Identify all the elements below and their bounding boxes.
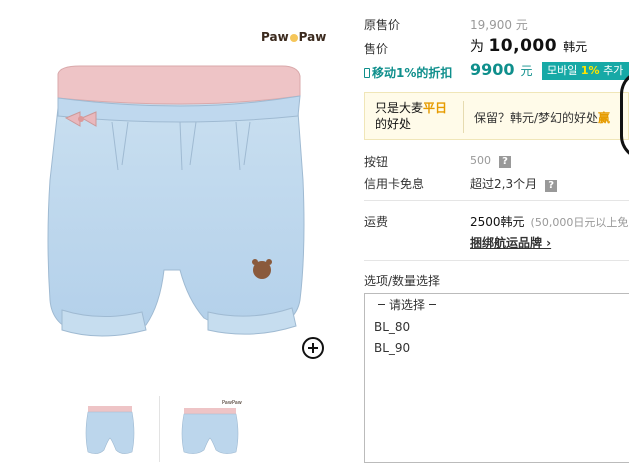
points-amount: 500	[470, 154, 491, 167]
shipping-value: 2500韩元 (50,000日元以上免	[470, 213, 628, 230]
mobile-badge-prefix: 모바일	[547, 64, 578, 77]
original-price-value: 19,900 元	[470, 18, 528, 32]
shipping-label: 运费	[364, 215, 389, 229]
product-main-image[interactable]: Paw Paw	[0, 0, 340, 382]
original-price-row: 原售价 19,900 元	[364, 16, 629, 34]
option-item-bl90[interactable]: BL_90	[365, 339, 629, 357]
points-value: 500?	[470, 154, 511, 168]
mobile-badge-highlight: 1%	[580, 64, 600, 77]
card-help-icon[interactable]: ?	[545, 180, 558, 192]
product-info-panel: 原售价 19,900 元 售价 为 10,000 韩元 移动1%的折扣 9900 元…	[364, 0, 629, 473]
points-help-icon[interactable]: ?	[499, 156, 511, 168]
shorts-illustration	[47, 65, 305, 337]
phone-icon	[364, 68, 370, 78]
shipping-row: 运费 2500韩元 (50,000日元以上免	[364, 213, 629, 231]
shipping-note: (50,000日元以上免	[530, 216, 629, 229]
mobile-extra-badge[interactable]: 모바일 1% 추가	[542, 62, 629, 80]
mobile-price-unit: 元	[520, 64, 533, 78]
thumbnail-2[interactable]: PawPaw	[170, 394, 250, 464]
divider	[364, 260, 629, 261]
promo-weekday-text: 只是大麦平日 的好处	[375, 100, 447, 132]
promo-benefit-link[interactable]: 保留？韩元/梦幻的好处赢	[474, 109, 610, 126]
promo-left-highlight: 平日	[423, 101, 448, 115]
points-row: 按钮 500?	[364, 153, 629, 171]
sale-price-value: 为 10,000 韩元	[470, 36, 587, 56]
mobile-price-value: 9900 元	[470, 60, 533, 79]
option-placeholder-text: 请选择	[389, 298, 426, 312]
card-interest-label: 信用卡免息	[364, 177, 425, 191]
mobile-badge-suffix: 추가	[603, 64, 624, 77]
promo-box: 只是大麦平日 的好处 保留？韩元/梦幻的好处赢	[364, 92, 629, 140]
mobile-discount-row: 移动1%的折扣 9900 元 모바일 1% 추가	[364, 60, 629, 82]
mobile-discount-label: 移动1%的折扣	[364, 64, 452, 81]
brand-logo-left: Paw	[261, 30, 289, 44]
sale-price-amount: 10,000	[488, 36, 558, 56]
promo-left-line2: 的好处	[375, 117, 412, 131]
thumbnail-1-image	[85, 406, 135, 454]
mobile-discount-label-text: 移动1%的折扣	[372, 66, 453, 80]
thumbnail-strip: PawPaw	[70, 394, 260, 464]
option-listbox[interactable]: 请选择 BL_80 BL_90	[364, 293, 629, 463]
sale-price-unit: 韩元	[563, 40, 588, 54]
shipping-fee: 2500韩元	[470, 215, 525, 229]
promo-left-line1: 只是大麦	[375, 101, 424, 115]
svg-text:PawPaw: PawPaw	[222, 400, 242, 406]
promo-divider	[463, 101, 464, 133]
option-placeholder[interactable]: 请选择	[365, 296, 629, 314]
promo-right-text: 保留？韩元/梦幻的好处	[474, 111, 599, 125]
zoom-plus-icon[interactable]	[302, 337, 324, 359]
card-interest-row: 信用卡免息 超过2,3个月?	[364, 175, 629, 193]
dash-left	[378, 304, 385, 305]
thumbnail-2-image: PawPaw	[181, 400, 242, 454]
option-item-bl80[interactable]: BL_80	[365, 318, 629, 336]
thumbnail-1[interactable]	[70, 394, 150, 464]
brand-logo-right: Paw	[298, 30, 327, 44]
points-label: 按钮	[364, 155, 389, 169]
promo-right-highlight: 赢	[598, 111, 611, 125]
sale-price-label: 售价	[364, 42, 389, 56]
paw-icon	[289, 33, 298, 42]
divider	[364, 200, 629, 201]
bundle-shipping-link[interactable]: 捆绑航运品牌 ›	[470, 234, 551, 251]
card-interest-text: 超过2,3个月	[470, 177, 538, 191]
sale-price-prefix: 为	[470, 39, 484, 55]
original-price-label: 原售价	[364, 18, 401, 32]
sale-price-row: 售价 为 10,000 韩元	[364, 36, 629, 58]
option-title: 选项/数量选择	[364, 274, 441, 288]
thumbnail-divider	[159, 396, 160, 462]
card-interest-value: 超过2,3个月?	[470, 175, 558, 192]
brand-logo: Paw Paw	[261, 30, 326, 44]
mobile-price-amount: 9900	[470, 60, 515, 79]
dash-right	[429, 304, 437, 305]
